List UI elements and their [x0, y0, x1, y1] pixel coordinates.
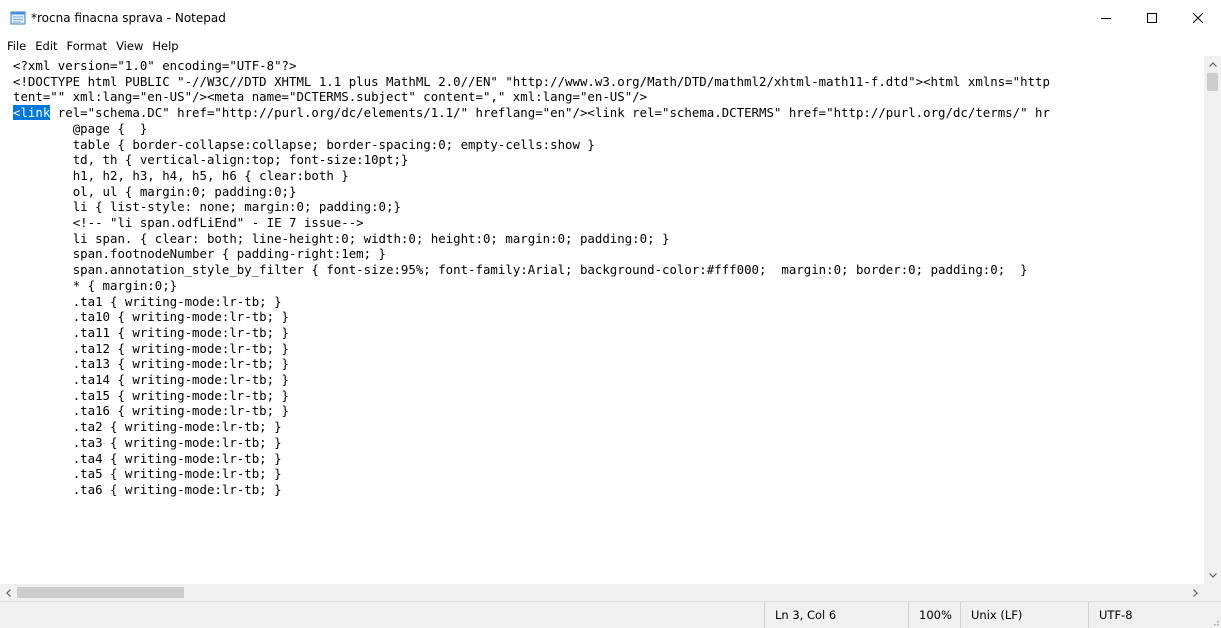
scroll-right-button[interactable] — [1187, 584, 1204, 601]
editor-line: .ta15 { writing-mode:lr-tb; } — [13, 387, 290, 403]
editor-line: span.annotation_style_by_filter { font-s… — [13, 262, 1028, 278]
chevron-left-icon — [6, 588, 11, 597]
editor-line: .ta6 { writing-mode:lr-tb; } — [13, 481, 282, 497]
editor-line: .ta16 { writing-mode:lr-tb; } — [13, 403, 290, 419]
menu-view[interactable]: View — [112, 37, 147, 55]
vertical-scrollbar[interactable] — [1204, 56, 1221, 584]
editor-line: .ta1 { writing-mode:lr-tb; } — [13, 293, 282, 309]
notepad-icon — [10, 11, 26, 25]
menu-edit[interactable]: Edit — [31, 37, 61, 55]
encoding: UTF-8 — [1088, 602, 1221, 628]
scrollbar-corner — [1204, 584, 1221, 601]
menu-bar: File Edit Format View Help — [0, 37, 1221, 55]
menu-format[interactable]: Format — [63, 37, 112, 55]
menu-file[interactable]: File — [3, 37, 30, 55]
scroll-left-button[interactable] — [0, 584, 17, 601]
editor-line: .ta13 { writing-mode:lr-tb; } — [13, 356, 290, 372]
chevron-up-icon — [1208, 62, 1217, 67]
editor-line: * { margin:0;} — [13, 277, 178, 293]
resize-grip-icon[interactable] — [1209, 616, 1219, 626]
horizontal-scroll-thumb[interactable] — [17, 587, 184, 598]
editor-line: span.footnodeNumber { padding-right:1em;… — [13, 246, 386, 262]
chevron-right-icon — [1193, 588, 1198, 597]
editor-line: td, th { vertical-align:top; font-size:1… — [13, 152, 409, 168]
editor-line: tent="" xml:lang="en-US"/><meta name="DC… — [13, 89, 648, 105]
chevron-down-icon — [1208, 573, 1217, 578]
editor-line: rel="schema.DC" href="http://purl.org/dc… — [50, 105, 1050, 121]
editor-line: @page { } — [13, 120, 148, 136]
maximize-icon — [1147, 13, 1157, 23]
minimize-button[interactable] — [1083, 0, 1129, 36]
close-button[interactable] — [1175, 0, 1221, 36]
editor-line: li span. { clear: both; line-height:0; w… — [13, 230, 670, 246]
editor-line: .ta2 { writing-mode:lr-tb; } — [13, 419, 282, 435]
editor-line: <?xml version="1.0" encoding="UTF-8"?> — [13, 58, 297, 73]
minimize-icon — [1101, 18, 1111, 19]
text-selection: <link — [13, 105, 51, 121]
maximize-button[interactable] — [1129, 0, 1175, 36]
line-ending: Unix (LF) — [960, 602, 1088, 628]
scroll-up-button[interactable] — [1204, 56, 1221, 73]
editor-line: <!-- "li span.odfLiEnd" - IE 7 issue--> — [13, 215, 364, 231]
close-icon — [1193, 13, 1203, 23]
text-editor-area[interactable]: <?xml version="1.0" encoding="UTF-8"?> <… — [0, 56, 1204, 584]
status-bar: Ln 3, Col 6 100% Unix (LF) UTF-8 — [0, 601, 1221, 628]
editor-line: .ta3 { writing-mode:lr-tb; } — [13, 434, 282, 450]
editor-line: .ta12 { writing-mode:lr-tb; } — [13, 340, 290, 356]
horizontal-scrollbar[interactable] — [0, 584, 1204, 601]
cursor-position: Ln 3, Col 6 — [764, 602, 908, 628]
editor-line: table { border-collapse:collapse; border… — [13, 136, 595, 152]
editor-line: .ta14 { writing-mode:lr-tb; } — [13, 372, 290, 388]
editor-line: li { list-style: none; margin:0; padding… — [13, 199, 401, 215]
menu-help[interactable]: Help — [148, 37, 182, 55]
editor-line: h1, h2, h3, h4, h5, h6 { clear:both } — [13, 167, 349, 183]
editor-text[interactable]: <?xml version="1.0" encoding="UTF-8"?> <… — [13, 58, 1050, 498]
editor-line: .ta5 { writing-mode:lr-tb; } — [13, 466, 282, 482]
vertical-scroll-thumb[interactable] — [1207, 73, 1218, 91]
editor-line: .ta11 { writing-mode:lr-tb; } — [13, 324, 290, 340]
title-bar[interactable]: *rocna finacna sprava - Notepad — [0, 0, 1221, 36]
editor-line: ol, ul { margin:0; padding:0;} — [13, 183, 297, 199]
editor-line: .ta4 { writing-mode:lr-tb; } — [13, 450, 282, 466]
zoom-level: 100% — [908, 602, 960, 628]
editor-line: .ta10 { writing-mode:lr-tb; } — [13, 309, 290, 325]
window-title: *rocna finacna sprava - Notepad — [31, 11, 226, 25]
scroll-down-button[interactable] — [1204, 567, 1221, 584]
editor-line: <!DOCTYPE html PUBLIC "-//W3C//DTD XHTML… — [13, 73, 1050, 89]
